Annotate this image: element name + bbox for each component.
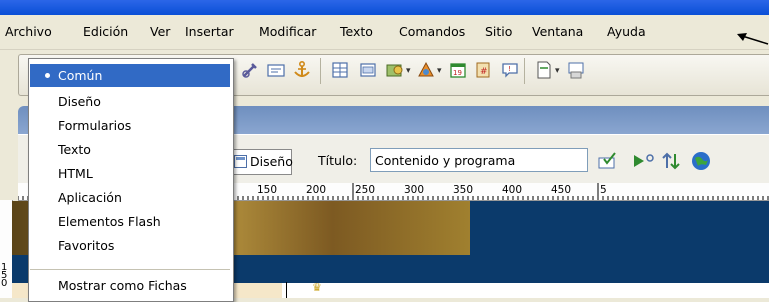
- file-management-icon[interactable]: [661, 151, 683, 171]
- menu-item-texto[interactable]: Texto: [30, 138, 230, 161]
- toolbar-separator: [320, 58, 321, 84]
- vertical-ruler-label: 150: [1, 262, 8, 289]
- menu-sitio[interactable]: Sitio: [485, 24, 512, 39]
- menu-modificar[interactable]: Modificar: [259, 24, 316, 39]
- title-label: Título:: [318, 153, 358, 168]
- ruler-label: 250: [355, 184, 375, 196]
- menu-ventana[interactable]: Ventana: [532, 24, 583, 39]
- layer-marker-icon: ♛: [312, 281, 322, 294]
- menu-bar: Archivo Edición Ver Insertar Modificar T…: [0, 15, 769, 50]
- menu-item-comun[interactable]: Común: [30, 64, 230, 87]
- ruler-label: 150: [257, 184, 277, 196]
- menu-item-mostrar-fichas[interactable]: Mostrar como Fichas: [30, 274, 230, 297]
- design-view-button[interactable]: Diseño: [229, 149, 293, 175]
- menu-item-formularios[interactable]: Formularios: [30, 114, 230, 137]
- pointer-arrow-icon: [737, 33, 769, 45]
- design-view-icon: [234, 155, 247, 168]
- chevron-down-icon[interactable]: ▾: [555, 66, 560, 76]
- selected-bullet-icon: [45, 73, 50, 78]
- ruler-label: 450: [551, 184, 571, 196]
- svg-text:#: #: [480, 67, 488, 77]
- cell-divider: [286, 282, 287, 298]
- menu-comandos[interactable]: Comandos: [399, 24, 465, 39]
- image-icon[interactable]: [385, 60, 405, 80]
- email-link-icon[interactable]: [266, 60, 286, 80]
- ruler-label: 300: [404, 184, 424, 196]
- menu-item-html[interactable]: HTML: [30, 162, 230, 185]
- chevron-down-icon[interactable]: ▾: [406, 66, 411, 76]
- anchor-icon[interactable]: [292, 60, 312, 80]
- layer-icon[interactable]: [358, 60, 378, 80]
- media-icon[interactable]: [416, 60, 436, 80]
- toolbar-separator: [524, 58, 525, 84]
- design-view-label: Diseño: [250, 154, 293, 169]
- menu-item-aplicacion[interactable]: Aplicación: [30, 186, 230, 209]
- date-icon[interactable]: 19: [448, 60, 468, 80]
- table-icon[interactable]: [330, 60, 350, 80]
- menu-ver[interactable]: Ver: [150, 24, 170, 39]
- menu-archivo[interactable]: Archivo: [5, 24, 52, 39]
- head-content-icon[interactable]: [534, 60, 554, 80]
- server-side-include-icon[interactable]: #: [474, 60, 494, 80]
- template-icon[interactable]: [566, 60, 586, 80]
- check-browser-icon[interactable]: [598, 151, 620, 171]
- svg-text:!: !: [508, 65, 511, 73]
- ruler-label: 400: [502, 184, 522, 196]
- menu-separator: [30, 269, 230, 270]
- insert-category-menu: Común Diseño Formularios Texto HTML Apli…: [28, 58, 234, 302]
- menu-texto[interactable]: Texto: [340, 24, 373, 39]
- validate-markup-icon[interactable]: [632, 151, 656, 171]
- menu-edicion[interactable]: Edición: [83, 24, 128, 39]
- preview-browser-icon[interactable]: [690, 150, 712, 172]
- window-title-bar: [0, 0, 769, 15]
- comment-icon[interactable]: !: [500, 60, 520, 80]
- menu-item-elementos-flash[interactable]: Elementos Flash: [30, 210, 230, 233]
- named-anchor-icon[interactable]: [240, 60, 260, 80]
- svg-text:19: 19: [453, 69, 462, 77]
- ruler-label: 350: [453, 184, 473, 196]
- menu-item-favoritos[interactable]: Favoritos: [30, 234, 230, 257]
- chevron-down-icon[interactable]: ▾: [437, 66, 442, 76]
- menu-insertar[interactable]: Insertar: [185, 24, 234, 39]
- menu-ayuda[interactable]: Ayuda: [607, 24, 646, 39]
- ruler-label: 5: [600, 184, 607, 196]
- ruler-label: 200: [306, 184, 326, 196]
- menu-item-diseno[interactable]: Diseño: [30, 90, 230, 113]
- document-title-input[interactable]: [370, 148, 588, 172]
